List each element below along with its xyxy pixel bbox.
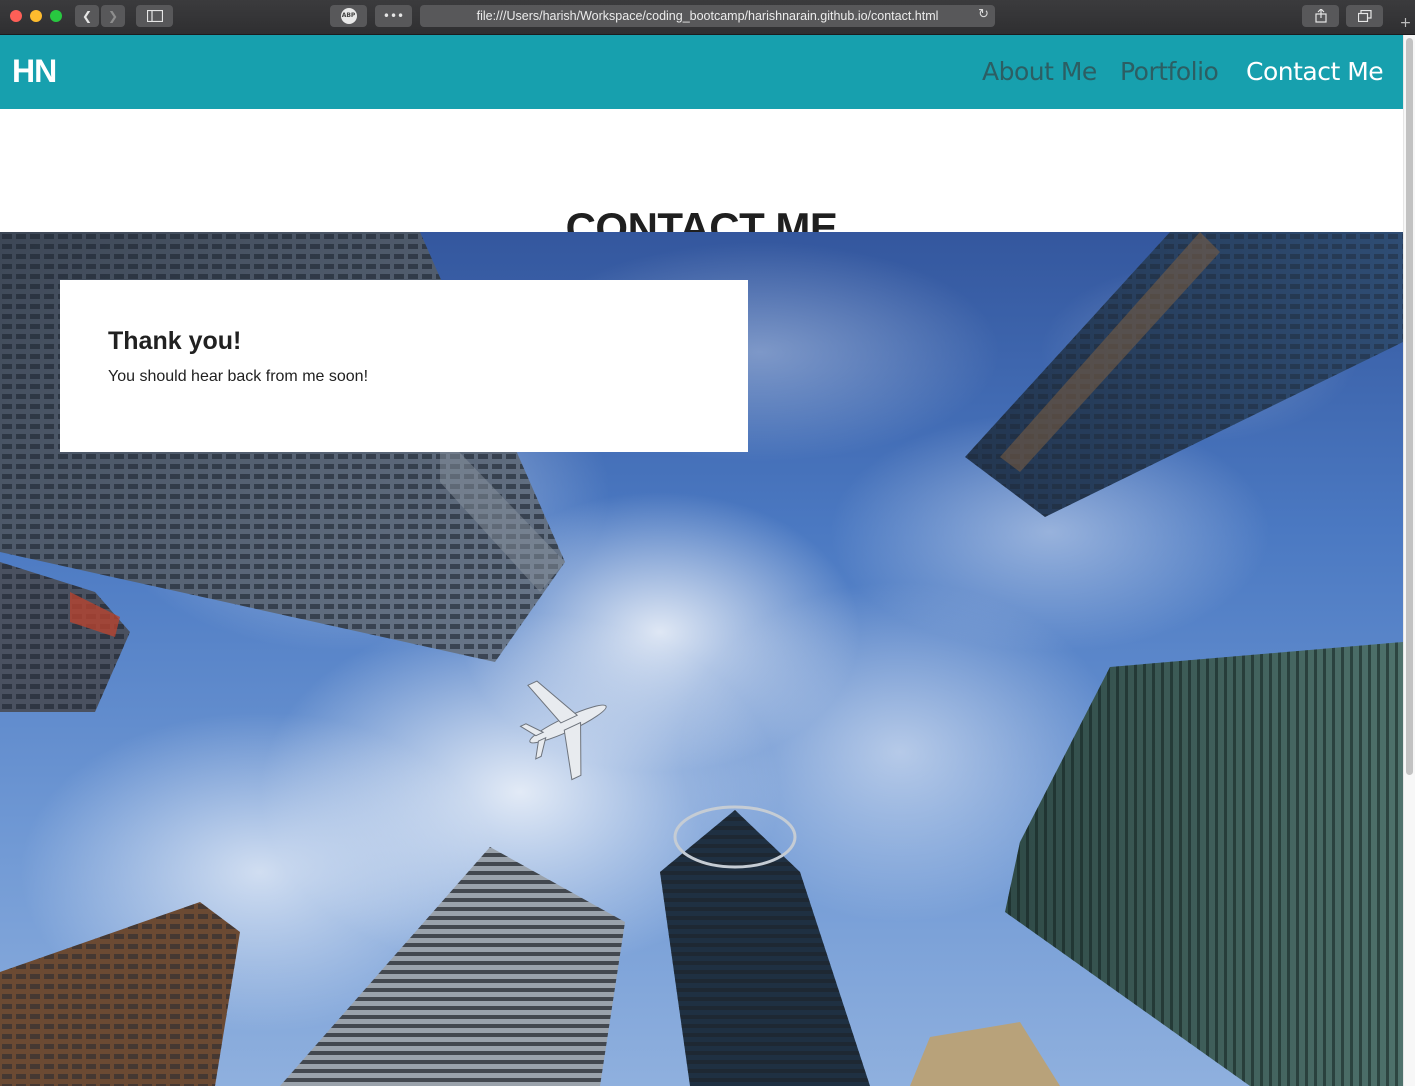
hero-image: Thank you! You should hear back from me … xyxy=(0,232,1403,1086)
navbar: HN About Me Portfolio Contact Me xyxy=(0,35,1403,109)
card-heading: Thank you! xyxy=(108,327,242,355)
url-text: file:///Users/harish/Workspace/coding_bo… xyxy=(476,9,939,23)
sidebar-toggle-button[interactable] xyxy=(136,5,173,27)
share-icon xyxy=(1314,9,1327,23)
tabs-icon xyxy=(1357,10,1372,22)
share-button[interactable] xyxy=(1302,5,1339,27)
nav-link-about[interactable]: About Me xyxy=(982,54,1097,90)
chevron-left-icon: ❮ xyxy=(81,9,93,23)
minimize-window-button[interactable] xyxy=(30,10,42,22)
forward-button[interactable]: ❯ xyxy=(101,5,125,27)
address-bar[interactable]: file:///Users/harish/Workspace/coding_bo… xyxy=(420,5,995,27)
close-window-button[interactable] xyxy=(10,10,22,22)
brand-logo[interactable]: HN xyxy=(12,51,57,91)
adblock-icon: ABP xyxy=(340,8,357,24)
reload-icon[interactable]: ↻ xyxy=(978,7,989,22)
nav-link-portfolio[interactable]: Portfolio xyxy=(1120,54,1219,90)
new-tab-button[interactable]: + xyxy=(1396,13,1415,34)
scrollbar-thumb[interactable] xyxy=(1406,38,1413,775)
page-viewport: HN About Me Portfolio Contact Me CONTACT… xyxy=(0,35,1403,1086)
adblock-button[interactable]: ABP xyxy=(330,5,367,27)
zoom-window-button[interactable] xyxy=(50,10,62,22)
sidebar-icon xyxy=(146,10,163,22)
extensions-button[interactable]: ••• xyxy=(375,5,412,27)
nav-link-contact[interactable]: Contact Me xyxy=(1246,54,1384,90)
thank-you-card: Thank you! You should hear back from me … xyxy=(60,280,748,452)
chevron-right-icon: ❯ xyxy=(107,9,119,23)
card-message: You should hear back from me soon! xyxy=(108,368,369,385)
browser-toolbar: ❮ ❯ ABP ••• file:///Users/harish/Workspa… xyxy=(0,0,1415,35)
back-button[interactable]: ❮ xyxy=(75,5,99,27)
tabs-overview-button[interactable] xyxy=(1346,5,1383,27)
more-icon: ••• xyxy=(382,9,405,23)
